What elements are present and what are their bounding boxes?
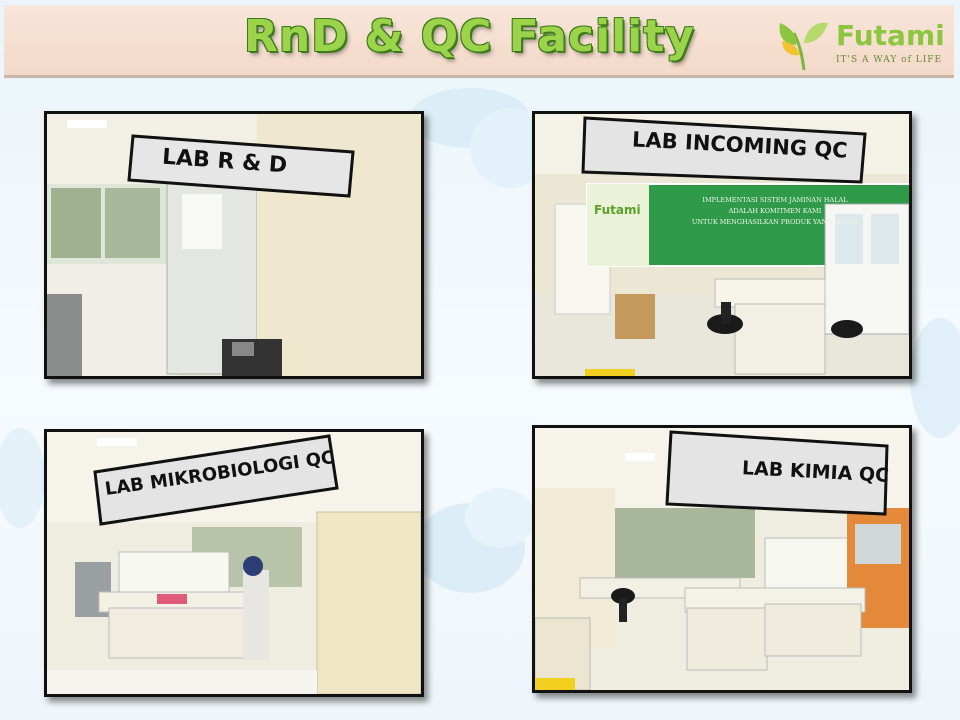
- photo-lab-kimia-qc: LAB KIMIA QC: [532, 425, 912, 693]
- brand-tagline: IT'S A WAY of LIFE: [836, 55, 943, 65]
- banner-text: IMPLEMENTASI SISTEM JAMINAN HALAL ADALAH…: [650, 195, 900, 228]
- leaf-icon: [779, 22, 828, 71]
- photo-lab-mikrobiologi-qc: LAB MIKROBIOLOGI QC: [44, 429, 424, 697]
- banner-line-2: ADALAH KOMITMEN KAMI: [728, 207, 822, 215]
- brand-logo: Futami IT'S A WAY of LIFE: [774, 15, 954, 73]
- photo-lab-incoming-qc: LAB INCOMING QC Futami IMPLEMENTASI SIST…: [532, 111, 912, 379]
- banner-line-3: UNTUK MENGHASILKAN PRODUK YANG HALAL: [691, 218, 859, 226]
- brand-name: Futami: [836, 19, 945, 52]
- banner-brand: Futami: [594, 203, 641, 217]
- page-title: RnD & QC Facility: [244, 11, 695, 62]
- banner-line-1: IMPLEMENTASI SISTEM JAMINAN HALAL: [702, 196, 848, 204]
- header-band: RnD & QC Facility Futami IT'S A WAY of L…: [4, 5, 954, 78]
- photo-lab-rnd: LAB R & D: [44, 111, 424, 379]
